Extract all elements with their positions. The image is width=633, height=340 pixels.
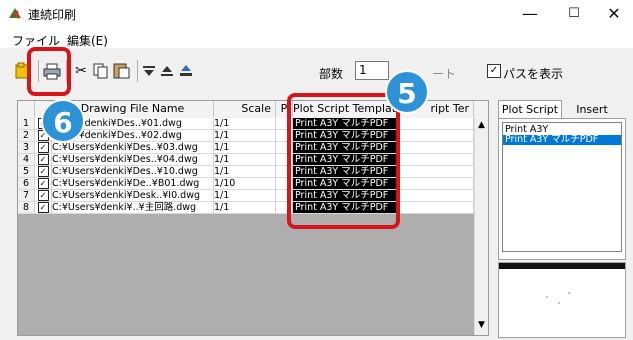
script-template-cell[interactable] xyxy=(397,166,474,178)
drawing-file-cell[interactable]: C:¥Users¥denki¥Des..¥04.dwg xyxy=(52,154,214,166)
drawing-file-cell[interactable]: C:¥Users¥denki¥Des..¥10.dwg xyxy=(52,166,214,178)
scale-cell[interactable]: 1/1 xyxy=(214,166,276,178)
table-row[interactable]: 4 ✓ C:¥Users¥denki¥Des..¥04.dwg 1/1 Print A3… xyxy=(18,154,488,166)
script-list[interactable]: Print A3Y Print A3Y マルチPDF xyxy=(502,122,622,252)
row-checkbox[interactable]: ✓ xyxy=(35,166,52,178)
step-5-badge: 5 xyxy=(385,70,429,114)
scale-cell[interactable]: 1/1 xyxy=(214,118,276,130)
row-number[interactable]: 5 xyxy=(18,166,35,178)
scale-cell[interactable]: 1/1 xyxy=(214,190,276,202)
row-number[interactable]: 3 xyxy=(18,142,35,154)
move-down-icon[interactable] xyxy=(142,64,156,78)
scale-cell[interactable]: 1/1 xyxy=(214,154,276,166)
cut-icon[interactable]: ✂ xyxy=(72,62,90,80)
scale-cell[interactable]: 1/1 xyxy=(214,202,276,214)
checked-icon[interactable]: ✓ xyxy=(37,166,49,177)
table-row[interactable]: 2 ✓ Users¥denki¥Des..¥02.dwg 1/1 Print A3Y マ… xyxy=(18,130,488,142)
row-checkbox[interactable]: ✓ xyxy=(35,154,52,166)
scroll-down-icon[interactable]: ▼ xyxy=(478,320,485,330)
script-template-cell[interactable] xyxy=(397,178,474,190)
header-scale[interactable]: Scale xyxy=(214,101,276,117)
script-template-cell[interactable] xyxy=(397,118,474,130)
minimize-button[interactable]: — xyxy=(508,0,552,28)
script-template-cell[interactable] xyxy=(397,190,474,202)
drawing-preview xyxy=(498,262,626,338)
show-path-checkbox[interactable]: ✓ xyxy=(487,64,501,78)
copy-icon[interactable] xyxy=(93,63,109,79)
sheet-label: ート xyxy=(432,67,457,81)
preview-thumbnail xyxy=(499,263,625,304)
table-row[interactable]: 6 ✓ C:¥Users¥denki¥De..¥B01.dwg 1/10 Print A… xyxy=(18,178,488,190)
drawing-file-cell[interactable]: C:¥Users¥denki¥Desk..¥I0.dwg xyxy=(52,190,214,202)
tab-insert-script[interactable]: Insert Script xyxy=(561,102,623,132)
table-row[interactable]: 3 ✓ C:¥Users¥denki¥Des..¥03.dwg 1/1 Print A3… xyxy=(18,142,488,154)
tab-plot-script[interactable]: Plot Script xyxy=(498,100,562,119)
step-6-badge: 6 xyxy=(41,99,85,143)
row-checkbox[interactable]: ✓ xyxy=(35,190,52,202)
header-rownum xyxy=(18,101,35,117)
window-title: 連続印刷 xyxy=(28,8,77,22)
checked-icon[interactable]: ✓ xyxy=(37,190,49,201)
close-button[interactable]: ✕ xyxy=(592,0,633,28)
drawing-file-cell[interactable]: C:¥Users¥denki¥Des..¥03.dwg xyxy=(52,142,214,154)
scale-cell[interactable]: 1/1 xyxy=(214,130,276,142)
show-path-label: パスを表示 xyxy=(503,67,564,81)
vertical-scrollbar[interactable]: ▲ ▼ xyxy=(474,118,488,335)
table-row[interactable]: 1✓Users¥denki¥Des..¥01.dwg1/1Print A3Y マ… xyxy=(18,118,488,130)
paste-icon[interactable] xyxy=(113,62,130,79)
print-button-highlight xyxy=(27,47,71,96)
table-row[interactable]: 5 ✓ C:¥Users¥denki¥Des..¥10.dwg 1/1 Print A3… xyxy=(18,166,488,178)
move-up-icon[interactable] xyxy=(160,64,174,78)
row-number[interactable]: 8 xyxy=(18,202,35,214)
checked-icon[interactable]: ✓ xyxy=(37,154,49,165)
checked-icon[interactable]: ✓ xyxy=(37,142,49,153)
checked-icon[interactable]: ✓ xyxy=(37,202,49,213)
scale-cell[interactable]: 1/1 xyxy=(214,142,276,154)
copies-label: 部数 xyxy=(319,67,344,81)
script-template-cell[interactable] xyxy=(397,202,474,214)
row-number[interactable]: 4 xyxy=(18,154,35,166)
table-row[interactable]: 8 ✓ C:¥Users¥denki¥..¥主回路.dwg 1/1 Print A3Y … xyxy=(18,202,488,214)
row-number[interactable]: 7 xyxy=(18,190,35,202)
row-checkbox[interactable]: ✓ xyxy=(35,178,52,190)
script-list-item-selected[interactable]: Print A3Y マルチPDF xyxy=(503,135,621,145)
scroll-up-icon[interactable]: ▲ xyxy=(478,120,485,130)
row-number[interactable]: 1 xyxy=(18,118,35,130)
row-number[interactable]: 6 xyxy=(18,178,35,190)
script-template-cell[interactable] xyxy=(397,142,474,154)
row-checkbox[interactable]: ✓ xyxy=(35,202,52,214)
row-checkbox[interactable]: ✓ xyxy=(35,142,52,154)
app-icon xyxy=(9,8,21,19)
script-template-cell[interactable] xyxy=(397,130,474,142)
drawing-grid: Drawing File Name Scale P Plot Script Te… xyxy=(17,100,489,336)
row-number[interactable]: 2 xyxy=(18,130,35,142)
toolbar-separator xyxy=(137,60,138,82)
drawing-file-cell[interactable]: C:¥Users¥denki¥..¥主回路.dwg xyxy=(52,202,214,214)
scale-cell[interactable]: 1/10 xyxy=(214,178,276,190)
menu-edit[interactable]: 編集(E) xyxy=(67,32,108,49)
script-template-cell[interactable] xyxy=(397,154,474,166)
copies-input[interactable]: 1 xyxy=(355,61,389,80)
maximize-button[interactable]: ☐ xyxy=(552,0,596,28)
table-row[interactable]: 7 ✓ C:¥Users¥denki¥Desk..¥I0.dwg 1/1 Print A… xyxy=(18,190,488,202)
eject-icon[interactable] xyxy=(178,62,194,78)
drawing-file-cell[interactable]: C:¥Users¥denki¥De..¥B01.dwg xyxy=(52,178,214,190)
checked-icon[interactable]: ✓ xyxy=(37,178,49,189)
template-column-highlight xyxy=(287,93,400,229)
